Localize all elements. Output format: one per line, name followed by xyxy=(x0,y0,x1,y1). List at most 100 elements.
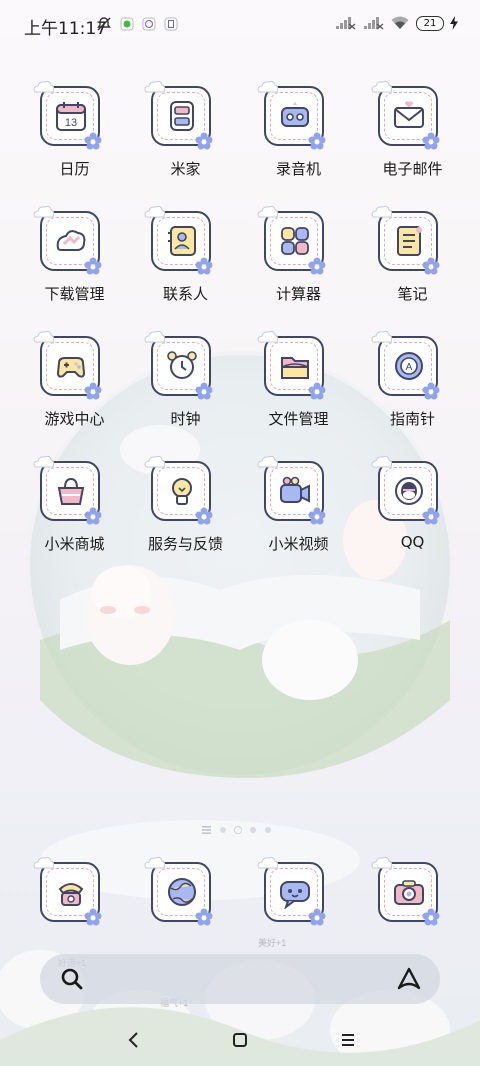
dock-app-camera[interactable] xyxy=(356,856,469,932)
compass-icon: A xyxy=(395,352,423,380)
app-compass[interactable]: A 指南针 xyxy=(356,330,469,446)
app-mail[interactable]: 电子邮件 xyxy=(356,80,469,196)
app-recorder[interactable]: 录音机 xyxy=(242,80,355,196)
app-icon-frame xyxy=(144,80,215,150)
app-label: 下载管理 xyxy=(44,285,105,303)
cloud-decoration-icon xyxy=(33,856,54,869)
flower-decoration-icon xyxy=(195,908,213,926)
page-indicator[interactable] xyxy=(202,826,271,834)
app-label: 时钟 xyxy=(170,410,201,428)
dock-app-message[interactable] xyxy=(242,856,355,932)
search-icon[interactable] xyxy=(60,967,84,991)
message-icon xyxy=(280,881,310,909)
cloud-decoration-icon xyxy=(144,80,165,93)
browser-icon xyxy=(168,878,196,906)
app-video-camera[interactable]: 小米视频 xyxy=(242,455,355,571)
mijia-icon xyxy=(170,101,194,131)
back-icon[interactable] xyxy=(122,1028,146,1052)
flower-decoration-icon xyxy=(308,382,326,400)
app-notes[interactable]: 笔记 xyxy=(356,205,469,321)
cloud-decoration-icon xyxy=(257,856,278,869)
app-icon-frame xyxy=(257,330,328,400)
app-shopping-bag[interactable]: 小米商城 xyxy=(18,455,131,571)
app-label: 录音机 xyxy=(275,160,321,178)
flower-decoration-icon xyxy=(195,132,213,150)
flower-decoration-icon xyxy=(84,257,102,275)
app-icon-frame xyxy=(371,205,442,275)
app-label: 联系人 xyxy=(162,285,208,303)
flower-decoration-icon xyxy=(84,132,102,150)
dock-app-phone[interactable] xyxy=(18,856,131,932)
app-icon-frame xyxy=(257,205,328,275)
green-dot-icon xyxy=(120,17,134,31)
cloud-decoration-icon xyxy=(33,80,54,93)
app-icon-frame: A xyxy=(371,330,442,400)
cloud-decoration-icon xyxy=(33,455,54,468)
lightbulb-icon xyxy=(172,478,192,505)
qq-icon xyxy=(395,477,423,505)
cloud-decoration-icon xyxy=(371,205,392,218)
app-icon-frame xyxy=(144,330,215,400)
search-bar[interactable] xyxy=(40,954,440,1004)
cloud-decoration-icon xyxy=(257,205,278,218)
page-dot-active[interactable] xyxy=(235,827,241,833)
dock-app-browser[interactable] xyxy=(129,856,242,932)
flower-decoration-icon xyxy=(308,507,326,525)
clock-icon xyxy=(142,17,156,31)
cloud-decoration-icon xyxy=(371,856,392,869)
signal-icon xyxy=(336,17,356,30)
app-icon-frame xyxy=(371,856,442,926)
recorder-icon xyxy=(281,102,309,127)
recents-menu-icon[interactable] xyxy=(336,1028,360,1052)
app-label: 笔记 xyxy=(397,285,428,303)
app-mijia[interactable]: 米家 xyxy=(129,80,242,196)
app-icon-frame: 13 xyxy=(33,80,104,150)
xiaoai-assistant-icon[interactable] xyxy=(396,966,422,992)
app-icon-frame xyxy=(144,856,215,926)
app-label: 服务与反馈 xyxy=(147,535,223,553)
app-qq[interactable]: QQ xyxy=(356,455,469,571)
app-lightbulb[interactable]: 服务与反馈 xyxy=(129,455,242,571)
page-menu-icon xyxy=(202,826,211,834)
app-folder[interactable]: 文件管理 xyxy=(242,330,355,446)
app-icon-frame xyxy=(144,455,215,525)
page-dot[interactable] xyxy=(265,827,271,833)
flower-decoration-icon xyxy=(422,507,440,525)
flower-decoration-icon xyxy=(422,908,440,926)
page-dot[interactable] xyxy=(220,827,226,833)
app-alarm-clock[interactable]: 时钟 xyxy=(129,330,242,446)
flower-decoration-icon xyxy=(84,382,102,400)
app-icon-frame xyxy=(33,856,104,926)
flower-decoration-icon xyxy=(195,382,213,400)
flower-decoration-icon xyxy=(195,257,213,275)
app-gamepad[interactable]: 游戏中心 xyxy=(18,330,131,446)
app-icon-frame xyxy=(33,330,104,400)
mail-icon xyxy=(394,101,424,128)
app-icon-frame xyxy=(371,455,442,525)
alarm-clock-icon xyxy=(167,351,197,379)
download-icon xyxy=(56,230,86,251)
contacts-icon xyxy=(168,226,196,256)
app-label: 米家 xyxy=(170,160,201,178)
charging-icon xyxy=(450,16,458,30)
app-download[interactable]: 下载管理 xyxy=(18,205,131,321)
notes-icon xyxy=(397,226,422,256)
app-calculator[interactable]: 计算器 xyxy=(242,205,355,321)
flower-decoration-icon xyxy=(422,382,440,400)
app-icon-frame xyxy=(257,856,328,926)
flower-decoration-icon xyxy=(422,257,440,275)
app-label: 计算器 xyxy=(275,285,321,303)
app-label: QQ xyxy=(400,533,425,551)
flower-decoration-icon xyxy=(84,908,102,926)
app-label: 游戏中心 xyxy=(44,410,105,428)
page-dot[interactable] xyxy=(250,827,256,833)
home-icon[interactable] xyxy=(228,1028,252,1052)
cloud-decoration-icon xyxy=(144,330,165,343)
app-contacts[interactable]: 联系人 xyxy=(129,205,242,321)
flower-decoration-icon xyxy=(84,507,102,525)
app-calendar[interactable]: 13 日历 xyxy=(18,80,131,196)
status-system-icons: 21 xyxy=(334,15,458,31)
app-icon-frame xyxy=(371,80,442,150)
cloud-decoration-icon xyxy=(144,205,165,218)
gamepad-icon xyxy=(56,357,86,378)
